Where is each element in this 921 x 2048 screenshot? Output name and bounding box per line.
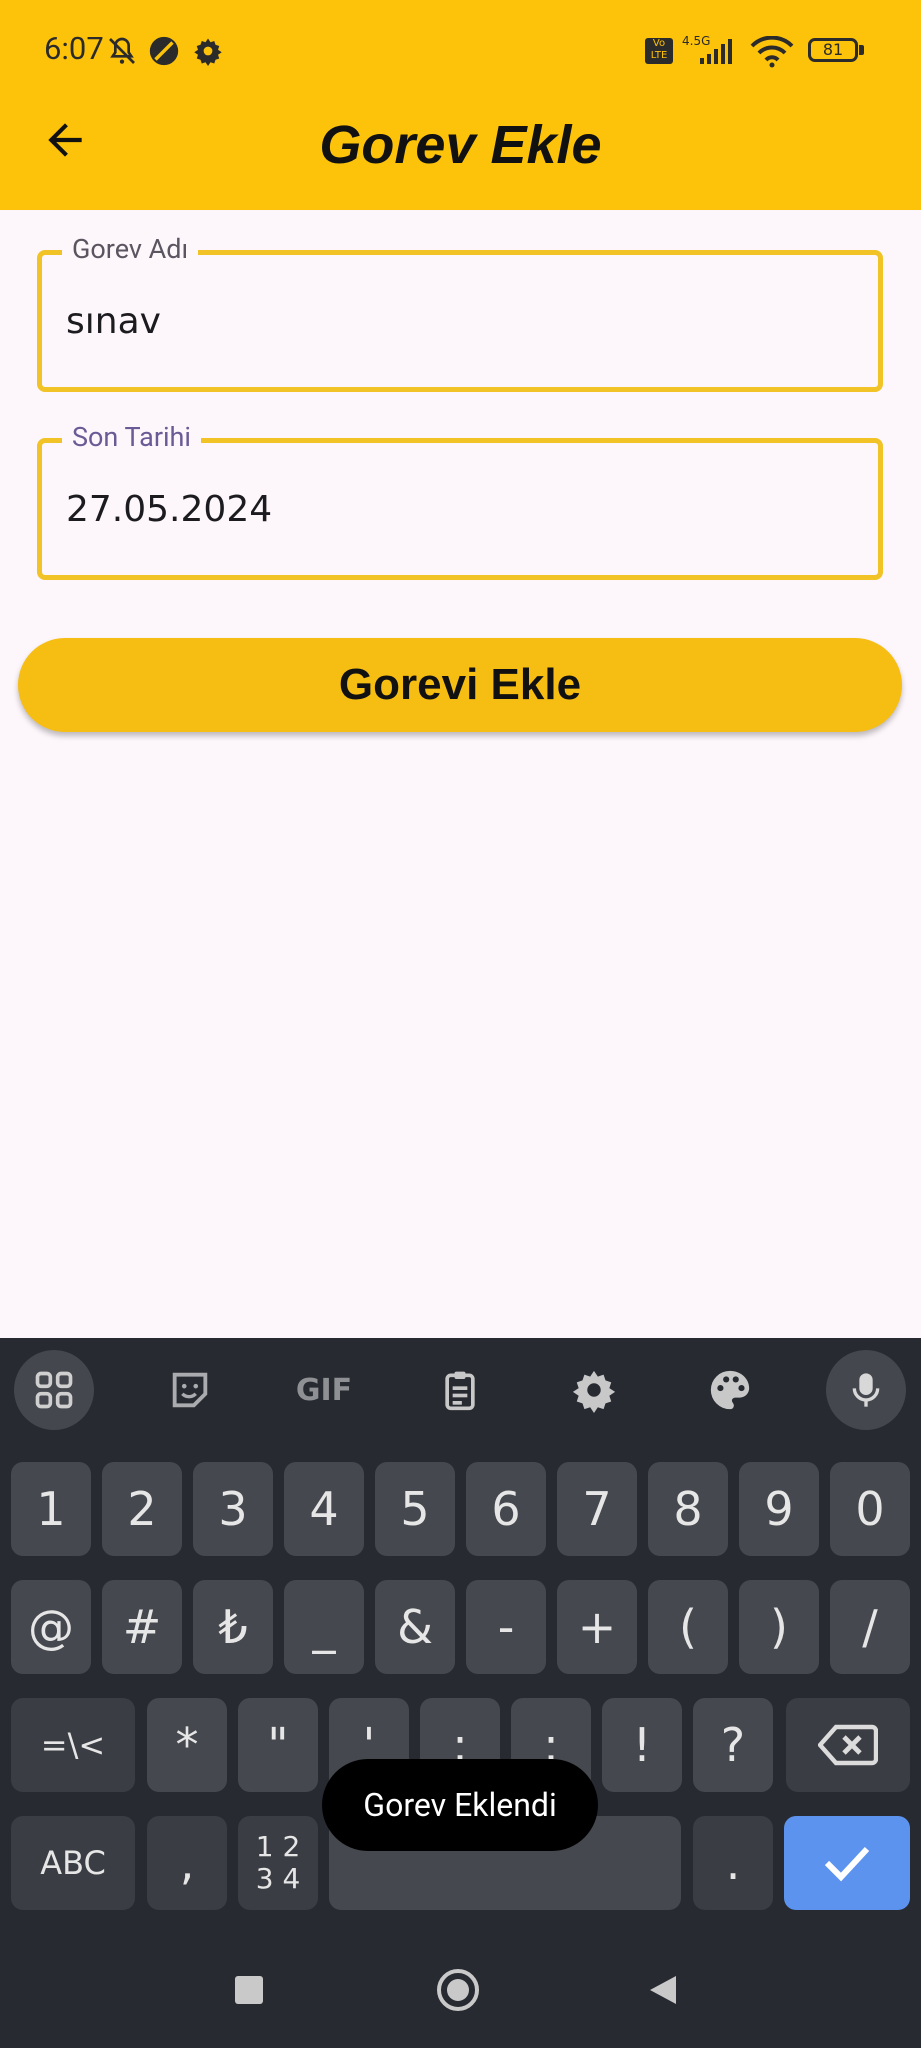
key-2[interactable]: 2 — [102, 1462, 182, 1556]
add-task-button[interactable]: Gorevi Ekle — [18, 638, 902, 732]
keyboard-voice-button[interactable] — [826, 1350, 906, 1430]
keyboard-gif-button[interactable]: GIF — [284, 1350, 364, 1430]
keyboard-settings-button[interactable] — [554, 1350, 634, 1430]
key-8[interactable]: 8 — [648, 1462, 728, 1556]
key-comma[interactable]: , — [147, 1816, 227, 1910]
key-1[interactable]: 1 — [11, 1462, 91, 1556]
due-date-label: Son Tarihi — [62, 417, 201, 457]
key-backspace[interactable] — [786, 1698, 910, 1792]
backspace-icon — [818, 1724, 878, 1766]
toast-message: Gorev Eklendi — [322, 1759, 598, 1851]
wifi-icon — [750, 36, 794, 68]
key-6[interactable]: 6 — [466, 1462, 546, 1556]
palette-icon — [710, 1370, 750, 1410]
key-0[interactable]: 0 — [830, 1462, 910, 1556]
clipboard-icon — [445, 1371, 475, 1411]
key-abc[interactable]: ABC — [11, 1816, 135, 1910]
key-lira[interactable]: ₺ — [193, 1580, 273, 1674]
key-close-paren[interactable]: ) — [739, 1580, 819, 1674]
gear-icon — [194, 38, 222, 66]
key-5[interactable]: 5 — [375, 1462, 455, 1556]
apps-grid-icon — [35, 1371, 73, 1409]
key-at[interactable]: @ — [11, 1580, 91, 1674]
key-underscore[interactable]: _ — [284, 1580, 364, 1674]
status-time: 6:07 — [44, 30, 104, 67]
system-nav-bar — [0, 1938, 921, 2048]
key-double-quote[interactable]: " — [238, 1698, 318, 1792]
due-date-field[interactable]: Son Tarihi 27.05.2024 — [37, 417, 883, 580]
keyboard-clipboard-button[interactable] — [420, 1350, 500, 1430]
key-4[interactable]: 4 — [284, 1462, 364, 1556]
key-period[interactable]: . — [693, 1816, 773, 1910]
due-date-value: 27.05.2024 — [66, 489, 273, 530]
battery-icon: 81 — [808, 38, 858, 62]
status-bar: 6:07 Vo LTE 4.5G 81 — [0, 0, 921, 100]
keyboard-apps-button[interactable] — [14, 1350, 94, 1430]
key-more-symbols[interactable]: =\< — [11, 1698, 135, 1792]
keyboard-theme-button[interactable] — [690, 1350, 770, 1430]
key-plus[interactable]: + — [557, 1580, 637, 1674]
home-nav-icon[interactable] — [437, 1969, 479, 2011]
key-asterisk[interactable]: * — [147, 1698, 227, 1792]
mic-icon — [852, 1373, 880, 1407]
key-open-paren[interactable]: ( — [648, 1580, 728, 1674]
keyboard-sticker-button[interactable] — [150, 1350, 230, 1430]
data-saver-icon — [149, 36, 179, 66]
key-slash[interactable]: / — [830, 1580, 910, 1674]
page-title: Gorev Ekle — [319, 115, 602, 175]
volte-icon: Vo LTE — [645, 38, 673, 64]
key-3[interactable]: 3 — [193, 1462, 273, 1556]
key-minus[interactable]: - — [466, 1580, 546, 1674]
key-numpad[interactable]: 1 2 3 4 — [238, 1816, 318, 1910]
recents-nav-icon[interactable] — [235, 1976, 263, 2004]
task-name-label: Gorev Adı — [62, 229, 199, 269]
task-name-field[interactable]: Gorev Adı sınav — [37, 229, 883, 392]
key-question[interactable]: ? — [693, 1698, 773, 1792]
key-exclamation[interactable]: ! — [602, 1698, 682, 1792]
battery-tip — [859, 45, 864, 55]
task-name-value: sınav — [66, 301, 161, 342]
key-9[interactable]: 9 — [739, 1462, 819, 1556]
sticker-icon — [172, 1372, 208, 1408]
cellular-signal-icon — [700, 39, 732, 64]
key-done[interactable] — [784, 1816, 910, 1910]
key-hash[interactable]: # — [102, 1580, 182, 1674]
bell-off-icon — [109, 37, 135, 64]
checkmark-icon — [824, 1846, 870, 1882]
app-header: 6:07 Vo LTE 4.5G 81 Gorev Ekle — [0, 0, 921, 210]
key-ampersand[interactable]: & — [375, 1580, 455, 1674]
key-7[interactable]: 7 — [557, 1462, 637, 1556]
back-nav-icon[interactable] — [648, 1974, 678, 2006]
settings-gear-icon — [572, 1370, 616, 1413]
